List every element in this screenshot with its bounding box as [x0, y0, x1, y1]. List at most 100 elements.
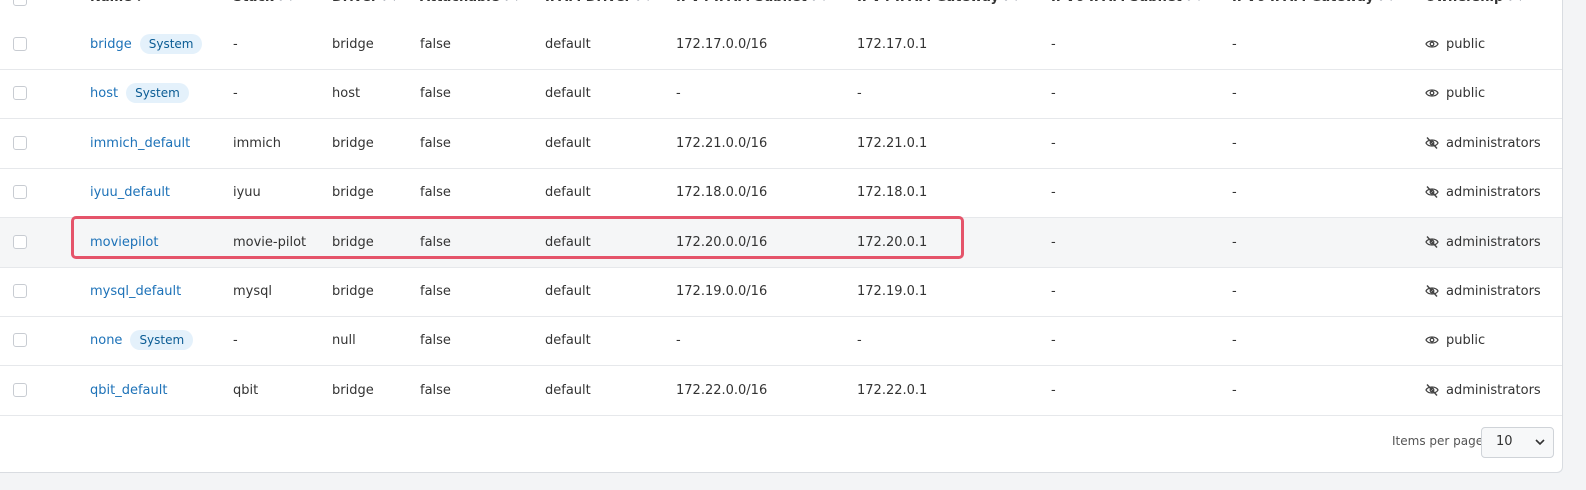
row-checkbox[interactable] [13, 382, 27, 397]
table-row[interactable]: immich_default immich bridge false default 17… [0, 119, 1562, 169]
row-checkbox[interactable] [13, 86, 27, 101]
sort-icon[interactable]: ↓ [134, 0, 144, 4]
ipv4-subnet-cell: - [676, 86, 681, 102]
ipv6-gateway-cell: - [1232, 234, 1237, 250]
stack-cell: mysql [233, 284, 272, 299]
name-cell: bridge System [90, 20, 203, 69]
ownership-cell: administrators [1446, 185, 1541, 201]
sort-icon[interactable]: ↓↑ [276, 0, 296, 4]
attachable-cell: false [420, 37, 451, 52]
eye-icon [1425, 87, 1439, 99]
column-header-ipv6-ipam-subnet[interactable]: IPV6 IPAM Subnet↓↑ [1051, 0, 1204, 5]
system-badge: System [130, 329, 194, 350]
row-checkbox[interactable] [13, 135, 27, 150]
sort-icon[interactable]: ↓↑ [809, 0, 829, 4]
ipv6-gateway-cell: - [1232, 185, 1237, 201]
table-row[interactable]: none System - null false default - - - - public [0, 316, 1562, 367]
ipv6-gateway-cell: - [1232, 333, 1237, 349]
name-cell: iyuu_default [90, 168, 170, 217]
sort-icon[interactable]: ↓↑ [379, 0, 399, 4]
column-header-label: IPV4 IPAM Gateway [857, 0, 999, 5]
table-row[interactable]: host System - host false default - - - - public [0, 69, 1562, 120]
network-name-link[interactable]: mysql_default [90, 284, 181, 299]
network-name-link[interactable]: none [90, 333, 122, 348]
ipv4-gateway-cell: - [857, 333, 862, 349]
row-checkbox[interactable] [13, 185, 27, 200]
ipv6-subnet-cell: - [1051, 234, 1056, 250]
sort-icon[interactable]: ↓↑ [1001, 0, 1021, 4]
column-header-ipv4-ipam-subnet[interactable]: IPV4 IPAM Subnet↓↑ [676, 0, 829, 5]
column-header-ownership[interactable]: Ownership↓↑ [1425, 0, 1525, 5]
column-header-stack[interactable]: Stack↓↑ [233, 0, 296, 5]
network-name-link[interactable]: qbit_default [90, 383, 167, 398]
table-row[interactable]: iyuu_default iyuu bridge false default 172.18… [0, 168, 1562, 219]
ipv4-gateway-cell: 172.22.0.1 [857, 382, 928, 398]
ipv6-subnet-cell: - [1051, 86, 1056, 102]
row-checkbox[interactable] [13, 333, 27, 348]
network-name-link[interactable]: host [90, 86, 118, 101]
ipam-driver-cell: default [545, 86, 591, 102]
name-cell: moviepilot [90, 218, 158, 267]
column-header-attachable[interactable]: Attachable↓↑ [420, 0, 522, 5]
attachable-cell: false [420, 382, 451, 398]
ipv4-gateway-cell: 172.17.0.1 [857, 37, 928, 52]
attachable-cell: false [420, 234, 451, 250]
row-checkbox[interactable] [13, 37, 27, 51]
column-header-name[interactable]: Name↓ [90, 0, 144, 5]
column-header-label: Ownership [1425, 0, 1503, 5]
network-name-link[interactable]: immich_default [90, 136, 190, 151]
ownership-cell: administrators [1446, 135, 1541, 151]
ipv6-subnet-cell: - [1051, 382, 1056, 398]
sort-icon[interactable]: ↓↑ [502, 0, 522, 4]
ipv6-subnet-cell: - [1051, 135, 1056, 151]
ipv6-subnet-cell: - [1051, 185, 1056, 201]
table-row[interactable]: moviepilot movie-pilot bridge false default 1… [0, 217, 1562, 268]
table-row[interactable]: qbit_default qbit bridge false default 172.22… [0, 366, 1562, 416]
sort-icon[interactable]: ↓↑ [633, 0, 653, 4]
column-header-ipv6-ipam-gateway[interactable]: IPV6 IPAM Gateway↓↑ [1232, 0, 1396, 5]
eye-icon [1425, 334, 1439, 346]
networks-table-panel: Name↓Stack↓↑Driver↓↑Attachable↓↑IPAM Dri… [0, 0, 1563, 473]
ipam-driver-cell: default [545, 382, 591, 398]
driver-cell: bridge [332, 135, 374, 151]
name-cell: host System [90, 69, 189, 118]
ipv6-subnet-cell: - [1051, 37, 1056, 52]
column-header-driver[interactable]: Driver↓↑ [332, 0, 399, 5]
select-all-checkbox[interactable] [13, 0, 27, 6]
ipam-driver-cell: default [545, 135, 591, 151]
table-row[interactable]: mysql_default mysql bridge false default 172.… [0, 267, 1562, 317]
row-checkbox[interactable] [13, 234, 27, 249]
ipam-driver-cell: default [545, 37, 591, 52]
stack-cell: immich [233, 135, 281, 151]
column-header-ipv4-ipam-gateway[interactable]: IPV4 IPAM Gateway↓↑ [857, 0, 1021, 5]
attachable-cell: false [420, 86, 451, 102]
ownership-cell: public [1446, 86, 1486, 102]
items-per-page-select[interactable]: 10 [1481, 427, 1554, 458]
eye-off-icon [1425, 235, 1439, 248]
name-cell: mysql_default [90, 267, 181, 316]
ipv6-gateway-cell: - [1232, 284, 1237, 299]
name-cell: qbit_default [90, 366, 167, 415]
ownership-cell: public [1446, 37, 1486, 52]
sort-icon[interactable]: ↓↑ [1376, 0, 1396, 4]
network-name-link[interactable]: bridge [90, 37, 132, 52]
driver-cell: bridge [332, 284, 374, 299]
stack-cell: qbit [233, 382, 259, 398]
name-cell: none System [90, 316, 194, 365]
eye-off-icon [1425, 285, 1439, 297]
table-row[interactable]: bridge System - bridge false default 172.17.0.… [0, 20, 1562, 70]
network-name-link[interactable]: iyuu_default [90, 185, 170, 200]
column-header-ipam-driver[interactable]: IPAM Driver↓↑ [545, 0, 653, 5]
ownership-cell: administrators [1446, 382, 1541, 398]
column-header-label: Attachable [420, 0, 500, 5]
attachable-cell: false [420, 185, 451, 201]
stack-cell: movie-pilot [233, 234, 307, 250]
sort-icon[interactable]: ↓↑ [1184, 0, 1204, 4]
ipv4-gateway-cell: 172.18.0.1 [857, 185, 928, 201]
ipam-driver-cell: default [545, 284, 591, 299]
ipam-driver-cell: default [545, 333, 591, 349]
network-name-link[interactable]: moviepilot [90, 235, 158, 250]
eye-icon [1425, 38, 1439, 50]
sort-icon[interactable]: ↓↑ [1505, 0, 1525, 4]
row-checkbox[interactable] [13, 284, 27, 298]
